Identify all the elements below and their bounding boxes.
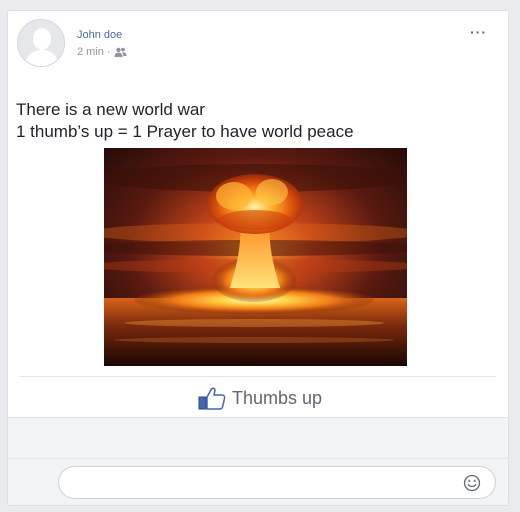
more-options-icon[interactable]: ··· — [470, 25, 487, 39]
thumbs-up-button[interactable]: Thumbs up — [198, 384, 322, 412]
comment-input[interactable] — [71, 467, 451, 498]
post-text-line: 1 thumb’s up = 1 Prayer to have world pe… — [16, 122, 354, 141]
comments-divider — [8, 458, 508, 459]
comments-area — [8, 417, 508, 505]
meta-separator: · — [106, 46, 111, 58]
post-header: John doe 2 min · ··· — [17, 19, 497, 71]
post-time[interactable]: 2 min — [77, 46, 104, 58]
action-divider — [20, 376, 496, 377]
thumbs-up-label: Thumbs up — [232, 387, 323, 408]
post-card: John doe 2 min · ··· There is a new worl… — [7, 10, 509, 506]
post-text: There is a new world war 1 thumb’s up = … — [16, 99, 354, 143]
post-image[interactable] — [104, 148, 407, 366]
avatar[interactable] — [17, 19, 65, 67]
friends-icon[interactable] — [114, 47, 127, 57]
default-avatar-icon — [18, 20, 64, 66]
explosion-image — [104, 148, 407, 366]
thumbs-up-icon — [198, 387, 226, 410]
post-text-line: There is a new world war — [16, 100, 205, 119]
comment-box[interactable] — [58, 466, 496, 499]
post-meta: 2 min · — [77, 46, 127, 58]
smiley-icon[interactable] — [463, 474, 481, 492]
author-name[interactable]: John doe — [77, 29, 122, 41]
